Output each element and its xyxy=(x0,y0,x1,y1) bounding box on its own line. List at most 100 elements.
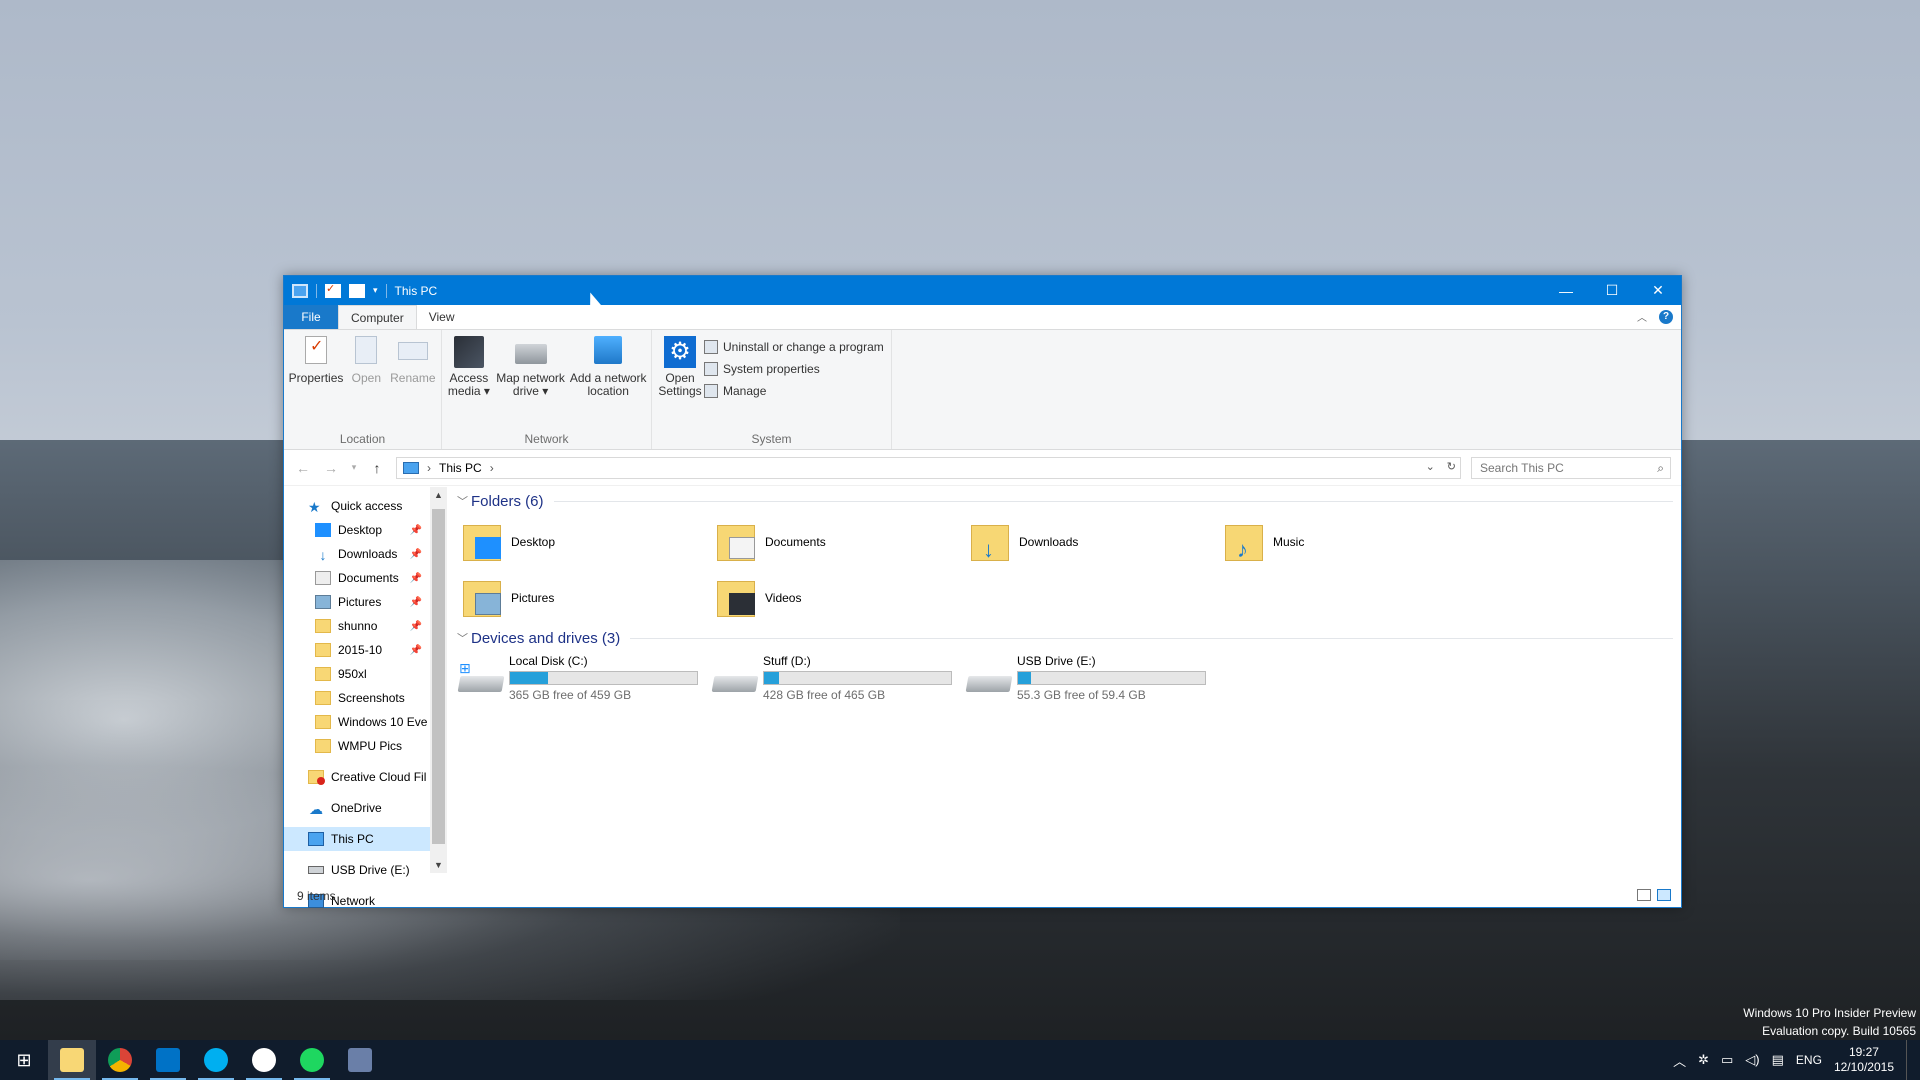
nav-item-downloads[interactable]: ↓ Downloads 📌 xyxy=(284,542,430,566)
tab-computer[interactable]: Computer xyxy=(338,305,417,329)
folder-icon xyxy=(315,667,331,681)
show-hidden-icons-chevron-icon[interactable]: ︿ xyxy=(1673,1051,1686,1070)
pin-icon[interactable]: 📌 xyxy=(410,621,422,632)
action-center-icon[interactable]: ▤ xyxy=(1772,1052,1784,1068)
address-dropdown-chevron-icon[interactable]: ⌄ xyxy=(1426,460,1435,473)
taskbar-outlook[interactable] xyxy=(144,1040,192,1080)
large-icons-view-icon[interactable] xyxy=(1657,889,1671,901)
folder-icon xyxy=(315,643,331,657)
nav-item-pictures[interactable]: Pictures 📌 xyxy=(284,590,430,614)
nav-item-windows-10-eve[interactable]: Windows 10 Eve xyxy=(284,710,430,734)
network-tray-icon[interactable]: ▭ xyxy=(1721,1052,1733,1068)
forward-arrow-icon[interactable]: → xyxy=(322,460,340,476)
nav-onedrive[interactable]: ☁ OneDrive xyxy=(284,796,430,820)
folder-label: Music xyxy=(1273,535,1305,549)
taskbar-skype[interactable] xyxy=(192,1040,240,1080)
nav-item-2015-10[interactable]: 2015-10 📌 xyxy=(284,638,430,662)
nav-this-pc[interactable]: This PC xyxy=(284,827,430,851)
breadcrumb-chevron-icon[interactable]: › xyxy=(427,461,431,475)
breadcrumb-chevron-icon-2[interactable]: › xyxy=(490,461,494,475)
tab-view[interactable]: View xyxy=(417,305,467,329)
taskbar-chrome[interactable] xyxy=(96,1040,144,1080)
ribbon-group-label-location: Location xyxy=(339,432,386,446)
folder-tile-documents[interactable]: Documents xyxy=(715,514,969,570)
tab-file[interactable]: File xyxy=(284,305,338,329)
folder-tile-desktop[interactable]: Desktop xyxy=(461,514,715,570)
close-button[interactable]: ✕ xyxy=(1635,276,1681,305)
minimize-ribbon-chevron-icon[interactable]: ︿ xyxy=(1637,309,1647,324)
help-icon[interactable]: ? xyxy=(1659,309,1673,324)
scroll-up-arrow-icon[interactable]: ▲ xyxy=(430,490,447,500)
folder-tile-downloads[interactable]: ↓ Downloads xyxy=(969,514,1223,570)
taskbar-app[interactable] xyxy=(336,1040,384,1080)
nav-quick-access[interactable]: ★ Quick access xyxy=(284,494,430,518)
collapse-chevron-icon[interactable]: ﹀ xyxy=(457,630,471,646)
details-view-icon[interactable] xyxy=(1637,889,1651,901)
breadcrumb-this-pc[interactable]: This PC xyxy=(439,461,482,475)
new-folder-quick-icon[interactable] xyxy=(349,283,365,298)
nav-item-shunno[interactable]: shunno 📌 xyxy=(284,614,430,638)
drive-tile[interactable]: ⊞ Local Disk (C:) 365 GB free of 459 GB xyxy=(457,654,711,702)
recent-locations-chevron-icon[interactable]: ▾ xyxy=(350,462,358,473)
collapse-chevron-icon[interactable]: ﹀ xyxy=(457,493,471,509)
refresh-icon[interactable]: ↻ xyxy=(1447,460,1456,473)
address-box[interactable]: › This PC › ⌄ ↻ xyxy=(396,456,1461,479)
maximize-button[interactable]: ☐ xyxy=(1589,276,1635,305)
taskbar-file-explorer[interactable] xyxy=(48,1040,96,1080)
creative-cloud-folder-icon xyxy=(308,770,325,785)
drive-tile[interactable]: USB Drive (E:) 55.3 GB free of 59.4 GB xyxy=(965,654,1219,702)
rename-button[interactable]: Rename xyxy=(389,334,437,385)
pin-icon[interactable]: 📌 xyxy=(410,645,422,656)
add-network-location-button[interactable]: Add a network location xyxy=(569,334,647,398)
folder-tile-music[interactable]: ♪ Music xyxy=(1223,514,1477,570)
folder-tile-videos[interactable]: Videos xyxy=(715,570,969,626)
ribbon-group-network: Access media ▾ Map network drive ▾ Add a… xyxy=(442,330,652,449)
nav-item-desktop[interactable]: Desktop 📌 xyxy=(284,518,430,542)
nav-label: Documents xyxy=(338,571,399,585)
nav-item-wmpu-pics[interactable]: WMPU Pics xyxy=(284,734,430,758)
clock[interactable]: 19:27 12/10/2015 xyxy=(1834,1045,1894,1075)
back-arrow-icon[interactable]: ← xyxy=(294,460,312,476)
pin-icon[interactable]: 📌 xyxy=(410,597,422,608)
customize-toolbar-chevron-icon[interactable]: ▾ xyxy=(373,285,378,296)
up-arrow-icon[interactable]: ↑ xyxy=(368,460,386,476)
start-button[interactable]: ⊞ xyxy=(0,1040,48,1080)
nav-scrollbar[interactable]: ▲ ▼ xyxy=(430,487,447,873)
system-properties-button[interactable]: System properties xyxy=(704,360,884,378)
taskbar-slack[interactable] xyxy=(240,1040,288,1080)
folder-label: Desktop xyxy=(511,535,556,549)
minimize-button[interactable]: — xyxy=(1543,276,1589,305)
volume-icon[interactable]: ◁) xyxy=(1745,1052,1759,1068)
scrollbar-thumb[interactable] xyxy=(432,509,445,844)
skype-icon xyxy=(204,1048,228,1072)
settings-tray-icon[interactable]: ✲ xyxy=(1698,1052,1709,1068)
search-input[interactable]: Search This PC ⌕ xyxy=(1471,456,1671,479)
open-button[interactable]: Open xyxy=(346,334,387,385)
nav-item-documents[interactable]: Documents 📌 xyxy=(284,566,430,590)
pin-icon[interactable]: 📌 xyxy=(410,573,422,584)
uninstall-program-button[interactable]: Uninstall or change a program xyxy=(704,338,884,356)
manage-button[interactable]: Manage xyxy=(704,382,884,400)
drive-tile[interactable]: Stuff (D:) 428 GB free of 465 GB xyxy=(711,654,965,702)
nav-creative-cloud[interactable]: Creative Cloud Fil xyxy=(284,765,430,789)
properties-quick-icon[interactable] xyxy=(325,282,341,298)
taskbar-spotify[interactable] xyxy=(288,1040,336,1080)
pin-icon[interactable]: 📌 xyxy=(410,525,422,536)
show-desktop-button[interactable] xyxy=(1906,1040,1910,1080)
access-media-button[interactable]: Access media ▾ xyxy=(446,334,492,398)
pin-icon[interactable]: 📌 xyxy=(410,549,422,560)
nav-usb-drive[interactable]: USB Drive (E:) xyxy=(284,858,430,882)
folders-group-header[interactable]: ﹀ Folders (6) xyxy=(457,491,1681,511)
taskbar: ⊞ ︿ ✲ ▭ ◁) ▤ ENG 19:27 12/10/2015 xyxy=(0,1040,1920,1080)
properties-button[interactable]: Properties xyxy=(288,334,344,385)
language-indicator[interactable]: ENG xyxy=(1796,1053,1822,1067)
title-bar[interactable]: ▾ This PC — ☐ ✕ xyxy=(284,276,1681,305)
drive-usage-bar xyxy=(509,671,698,685)
nav-item-screenshots[interactable]: Screenshots xyxy=(284,686,430,710)
nav-item-950xl[interactable]: 950xl xyxy=(284,662,430,686)
scroll-down-arrow-icon[interactable]: ▼ xyxy=(430,860,447,870)
open-settings-label-2: Settings xyxy=(658,384,702,398)
devices-group-header[interactable]: ﹀ Devices and drives (3) xyxy=(457,628,1681,648)
map-network-drive-button[interactable]: Map network drive ▾ xyxy=(494,334,568,398)
folder-tile-pictures[interactable]: Pictures xyxy=(461,570,715,626)
